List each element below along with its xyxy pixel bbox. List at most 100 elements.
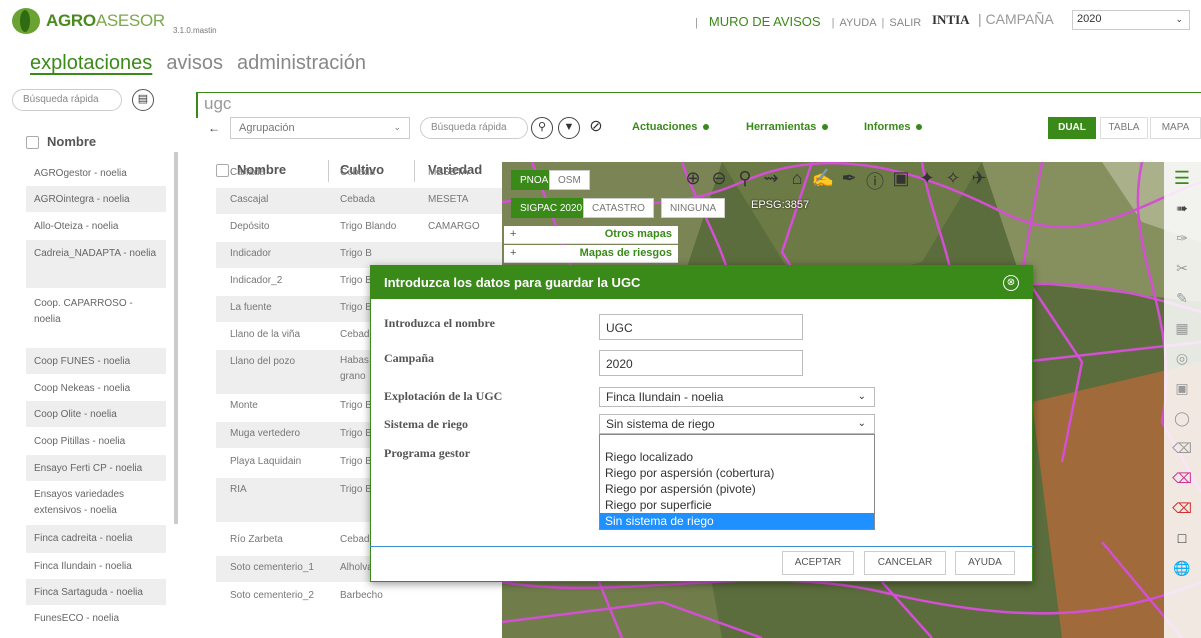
list-item[interactable]: Finca Ilundain - noelia (26, 553, 166, 579)
cancel-button[interactable]: CANCELAR (864, 551, 946, 575)
back-arrow-icon[interactable]: ← (208, 121, 220, 135)
plus-icon: + (510, 228, 517, 240)
layer-icon[interactable]: ▣ (1172, 380, 1192, 400)
table-row[interactable]: Soto cementerio_2 Barbecho (216, 584, 506, 610)
menu-actuaciones[interactable]: Actuaciones (632, 121, 710, 133)
irrigation-select[interactable]: Sin sistema de riego ⌄ (599, 414, 875, 434)
erase-pink-icon[interactable]: ⌫ (1172, 470, 1192, 490)
panel-mapas-riesgos-label: Mapas de riesgos (579, 247, 672, 259)
name-field[interactable]: UGC (599, 314, 803, 340)
cell-nombre: La fuente (230, 302, 272, 313)
draw-icon[interactable]: ✒ (836, 168, 862, 189)
irrigation-select-value: Sin sistema de riego (606, 417, 715, 431)
ruler-icon[interactable]: ✍ (810, 168, 836, 189)
wall-link[interactable]: MURO DE AVISOS (709, 14, 821, 29)
menu-icon[interactable]: ☰ (1172, 168, 1192, 188)
list-item[interactable]: Ensayos variedades extensivos - noelia (26, 481, 166, 525)
panel-mapas-riesgos[interactable]: + Mapas de riesgos (504, 245, 678, 263)
satellite-icon[interactable]: ✦ (914, 168, 940, 189)
campaign-select[interactable]: 2020 ⌄ (1072, 10, 1190, 30)
table-row[interactable]: Depósito Trigo Blando CAMARGO (216, 215, 506, 241)
option-riego-superficie[interactable]: Riego por superficie (600, 497, 874, 513)
layer-osm[interactable]: OSM (549, 170, 590, 190)
list-item[interactable]: Coop. CAPARROSO - noelia (26, 290, 166, 340)
list-item[interactable]: AGROgestor - noelia (26, 160, 166, 186)
zoom-extent-icon[interactable]: ⚲ (732, 168, 758, 189)
zoom-out-icon[interactable]: ⊖ (706, 168, 732, 189)
binoculars-icon[interactable]: ▣ (888, 168, 914, 189)
erase-red-icon[interactable]: ⌫ (1172, 500, 1192, 520)
erase-icon[interactable]: ⌫ (1172, 440, 1192, 460)
import-icon[interactable]: ➠ (1172, 200, 1192, 220)
view-tabla[interactable]: TABLA (1100, 117, 1148, 139)
cell-cultivo: Trigo B (340, 456, 372, 467)
merge-icon[interactable]: ▦ (1172, 320, 1192, 340)
list-item[interactable]: FunesECO - noelia (26, 605, 166, 631)
zoom-in-icon[interactable]: ⊕ (680, 168, 706, 189)
list-item[interactable]: Finca Sartaguda - noelia (26, 579, 166, 605)
overlay-catastro[interactable]: CATASTRO (583, 198, 654, 218)
menu-herramientas[interactable]: Herramientas (746, 121, 829, 133)
menu-informes[interactable]: Informes (864, 121, 923, 133)
edit-disabled-icon[interactable]: ✑ (1172, 230, 1192, 250)
list-item[interactable]: Coop FUNES - noelia (26, 348, 166, 374)
drone-icon[interactable]: ✈ (966, 168, 992, 189)
edit-polygon-icon[interactable]: ✎ (1172, 290, 1192, 310)
list-item[interactable]: Coop Nekeas - noelia (26, 375, 166, 401)
nav-explotaciones[interactable]: explotaciones (30, 52, 152, 74)
view-mapa[interactable]: MAPA (1150, 117, 1201, 139)
brand-logo[interactable]: AGROASESOR (46, 11, 165, 31)
point-icon[interactable]: ◎ (1172, 350, 1192, 370)
cell-nombre: RIA (230, 484, 247, 495)
satellite-info-icon[interactable]: ✧ (940, 168, 966, 189)
label-name: Introduzca el nombre (384, 316, 495, 330)
square-icon[interactable]: □ (1172, 530, 1192, 550)
view-dual[interactable]: DUAL (1048, 117, 1096, 139)
list-item[interactable]: Allo-Oteiza - noelia (26, 213, 166, 239)
search-icon[interactable]: ⚲ (531, 117, 553, 139)
cell-nombre: Monte (230, 400, 258, 411)
left-scrollbar[interactable] (174, 152, 178, 524)
overlay-ninguna[interactable]: NINGUNA (661, 198, 726, 218)
clear-filter-icon[interactable]: ⊘ (585, 117, 607, 139)
circle-icon[interactable]: ◯ (1172, 410, 1192, 430)
option-aspersion-cobertura[interactable]: Riego por aspersión (cobertura) (600, 465, 874, 481)
option-sin-sistema[interactable]: Sin sistema de riego (600, 513, 874, 529)
info-icon[interactable]: ⓘ (862, 168, 888, 194)
list-item[interactable]: Coop Olite - noelia (26, 401, 166, 427)
export-icon[interactable]: ▤ (132, 89, 154, 111)
campaign-field[interactable]: 2020 (599, 350, 803, 376)
overlay-sigpac[interactable]: SIGPAC 2020 (511, 198, 592, 218)
select-all-checkbox[interactable] (26, 136, 39, 150)
nav-separator: | (695, 17, 698, 29)
ugc-search-input[interactable]: Búsqueda rápida (420, 117, 528, 139)
close-icon[interactable]: ⊗ (1003, 275, 1019, 291)
help-link[interactable]: AYUDA (839, 17, 876, 29)
table-row[interactable]: Cascajal Cebada MESETA (216, 188, 506, 214)
nav-administracion[interactable]: administración (237, 52, 366, 74)
list-item[interactable]: Finca cadreita - noelia (26, 525, 166, 553)
option-riego-localizado[interactable]: Riego localizado (600, 449, 874, 465)
globe-icon[interactable]: 🌐 (1172, 560, 1192, 580)
group-select[interactable]: Agrupación ⌄ (230, 117, 410, 139)
list-item[interactable]: Coop Pitillas - noelia (26, 428, 166, 454)
accept-button[interactable]: ACEPTAR (782, 551, 854, 575)
list-item[interactable]: AGROintegra - noelia (26, 186, 166, 212)
option-aspersion-pivote[interactable]: Riego por aspersión (pivote) (600, 481, 874, 497)
exit-link[interactable]: SALIR (889, 17, 921, 29)
cell-nombre: Soto cementerio_2 (230, 590, 314, 601)
farm-select[interactable]: Finca Ilundain - noelia ⌄ (599, 387, 875, 407)
filter-icon[interactable]: ▼ (558, 117, 580, 139)
left-search-input[interactable]: Búsqueda rápida (12, 89, 122, 111)
split-icon[interactable]: ✂ (1172, 260, 1192, 280)
list-item[interactable]: Cadreia_NADAPTA - noelia (26, 240, 166, 288)
cell-cultivo: Trigo Blando (340, 221, 397, 232)
list-item[interactable]: Ensayo Ferti CP - noelia (26, 455, 166, 481)
nav-avisos[interactable]: avisos (166, 52, 223, 74)
polygon-icon[interactable]: ⌂ (784, 168, 810, 189)
table-row[interactable]: Cañada Cebada MESETA (216, 161, 506, 187)
panel-otros-mapas[interactable]: + Otros mapas (504, 226, 678, 244)
help-button[interactable]: AYUDA (955, 551, 1015, 575)
nav-separator: | (978, 11, 982, 27)
route-icon[interactable]: ⇝ (758, 168, 784, 189)
